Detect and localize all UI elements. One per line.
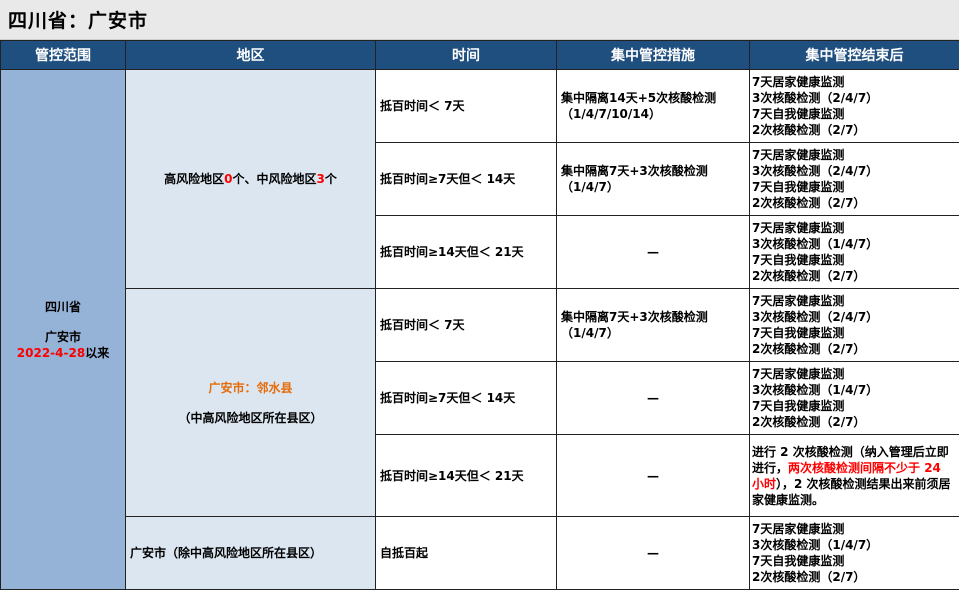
measure-cell: 集中隔离7天+3次核酸检测 （1/4/7）	[556, 288, 750, 362]
after-line: 7天自我健康监测	[752, 180, 845, 194]
region1-text-c: 个、中风险地区	[232, 172, 317, 186]
time-cell: 抵百时间≥7天但＜ 14天	[375, 361, 557, 435]
after-line: 7天自我健康监测	[752, 253, 845, 267]
region-high-mid: 高风险地区0个、中风险地区3个	[125, 69, 376, 289]
scope-date-line: 2022-4-28以来	[5, 345, 121, 361]
measure-line: （1/4/7）	[561, 180, 619, 194]
measure-line: 集中隔离7天+3次核酸检测	[561, 310, 708, 324]
measure-cell: —	[556, 516, 750, 590]
table-row: 广安市（除中高风险地区所在县区） 自抵百起 — 7天居家健康监测 3次核酸检测（…	[1, 516, 959, 590]
table-row: 广安市：邻水县 （中高风险地区所在县区） 抵百时间＜ 7天 集中隔离7天+3次核…	[1, 288, 959, 517]
header-scope: 管控范围	[0, 40, 126, 70]
measure-cell: 集中隔离14天+5次核酸检测 （1/4/7/10/14）	[556, 69, 750, 143]
after-line: 7天自我健康监测	[752, 326, 845, 340]
region-linshui: 广安市：邻水县 （中高风险地区所在县区）	[125, 288, 376, 517]
after-line: 7天居家健康监测	[752, 522, 845, 536]
measure-line: （1/4/7）	[561, 326, 619, 340]
after-line: 2次核酸检测（2/7）	[752, 342, 866, 356]
header-measures: 集中管控措施	[556, 40, 750, 70]
scope-date: 2022-4-28	[16, 345, 86, 360]
after-line: 7天居家健康监测	[752, 221, 845, 235]
measure-cell: 集中隔离7天+3次核酸检测 （1/4/7）	[556, 142, 750, 216]
time-cell: 自抵百起	[375, 516, 557, 590]
scope-province: 四川省	[44, 299, 81, 314]
after-line: 3次核酸检测（1/4/7）	[752, 383, 879, 397]
after-line: 3次核酸检测（1/4/7）	[752, 237, 879, 251]
region-rest: 广安市（除中高风险地区所在县区）	[125, 516, 376, 590]
time-cell: 抵百时间＜ 7天	[375, 69, 557, 143]
after-cell: 7天居家健康监测 3次核酸检测（1/4/7） 7天自我健康监测 2次核酸检测（2…	[749, 215, 959, 289]
region1-text-e: 个	[324, 172, 337, 186]
scope-since: 以来	[85, 345, 110, 360]
after-line: 3次核酸检测（2/4/7）	[752, 164, 879, 178]
after-line: 7天自我健康监测	[752, 554, 845, 568]
scope-city: 广安市	[44, 329, 81, 344]
after-line: 2次核酸检测（2/7）	[752, 196, 866, 210]
time-cell: 抵百时间≥14天但＜ 21天	[375, 434, 557, 517]
scope-cell: 四川省 广安市 2022-4-28以来	[0, 69, 126, 590]
after-cell: 7天居家健康监测 3次核酸检测（1/4/7） 7天自我健康监测 2次核酸检测（2…	[749, 361, 959, 435]
table-row: 四川省 广安市 2022-4-28以来 高风险地区0个、中风险地区3个 抵百时间…	[0, 69, 959, 590]
region2-note: （中高风险地区所在县区）	[178, 410, 323, 425]
after-line: 2次核酸检测（2/7）	[752, 123, 866, 137]
after-line: 2次核酸检测（2/7）	[752, 570, 866, 584]
after-line: 7天自我健康监测	[752, 107, 845, 121]
after-line: 7天自我健康监测	[752, 399, 845, 413]
after-line: 3次核酸检测（1/4/7）	[752, 538, 879, 552]
after-line: 7天居家健康监测	[752, 294, 845, 308]
measure-line: 集中隔离7天+3次核酸检测	[561, 164, 708, 178]
after-cell: 进行 2 次核酸检测（纳入管理后立即进行，两次核酸检测间隔不少于 24 小时），…	[749, 434, 959, 517]
policy-table: 管控范围 地区 时间 集中管控措施 集中管控结束后 四川省 广安市 2022-4…	[0, 40, 959, 590]
after-cell: 7天居家健康监测 3次核酸检测（2/4/7） 7天自我健康监测 2次核酸检测（2…	[749, 142, 959, 216]
after-cell: 7天居家健康监测 3次核酸检测（2/4/7） 7天自我健康监测 2次核酸检测（2…	[749, 69, 959, 143]
after-text-part2: ），2 次核酸检测结果出来前须居家健康监测。	[752, 476, 951, 507]
page-title: 四川省：广安市	[8, 10, 149, 32]
measure-cell: —	[556, 215, 750, 289]
measure-line: 集中隔离14天+5次核酸检测	[561, 91, 717, 105]
after-line: 7天居家健康监测	[752, 367, 845, 381]
after-line: 7天居家健康监测	[752, 148, 845, 162]
title-bar: 四川省：广安市	[0, 0, 959, 40]
time-cell: 抵百时间＜ 7天	[375, 288, 557, 362]
region1-mid-count: 3	[316, 172, 325, 186]
after-line: 2次核酸检测（2/7）	[752, 415, 866, 429]
header-after: 集中管控结束后	[749, 40, 959, 70]
measure-line: （1/4/7/10/14）	[561, 107, 661, 121]
time-cell: 抵百时间≥7天但＜ 14天	[375, 142, 557, 216]
measure-cell: —	[556, 361, 750, 435]
after-cell: 7天居家健康监测 3次核酸检测（1/4/7） 7天自我健康监测 2次核酸检测（2…	[749, 516, 959, 590]
after-line: 3次核酸检测（2/4/7）	[752, 91, 879, 105]
after-line: 3次核酸检测（2/4/7）	[752, 310, 879, 324]
after-line: 2次核酸检测（2/7）	[752, 269, 866, 283]
header-row: 管控范围 地区 时间 集中管控措施 集中管控结束后	[0, 40, 959, 70]
measure-cell: —	[556, 434, 750, 517]
region2-name: 广安市：邻水县	[208, 380, 293, 395]
after-line: 7天居家健康监测	[752, 75, 845, 89]
time-cell: 抵百时间≥14天但＜ 21天	[375, 215, 557, 289]
region1-text-a: 高风险地区	[164, 172, 225, 186]
header-time: 时间	[375, 40, 557, 70]
after-cell: 7天居家健康监测 3次核酸检测（2/4/7） 7天自我健康监测 2次核酸检测（2…	[749, 288, 959, 362]
header-region: 地区	[125, 40, 376, 70]
